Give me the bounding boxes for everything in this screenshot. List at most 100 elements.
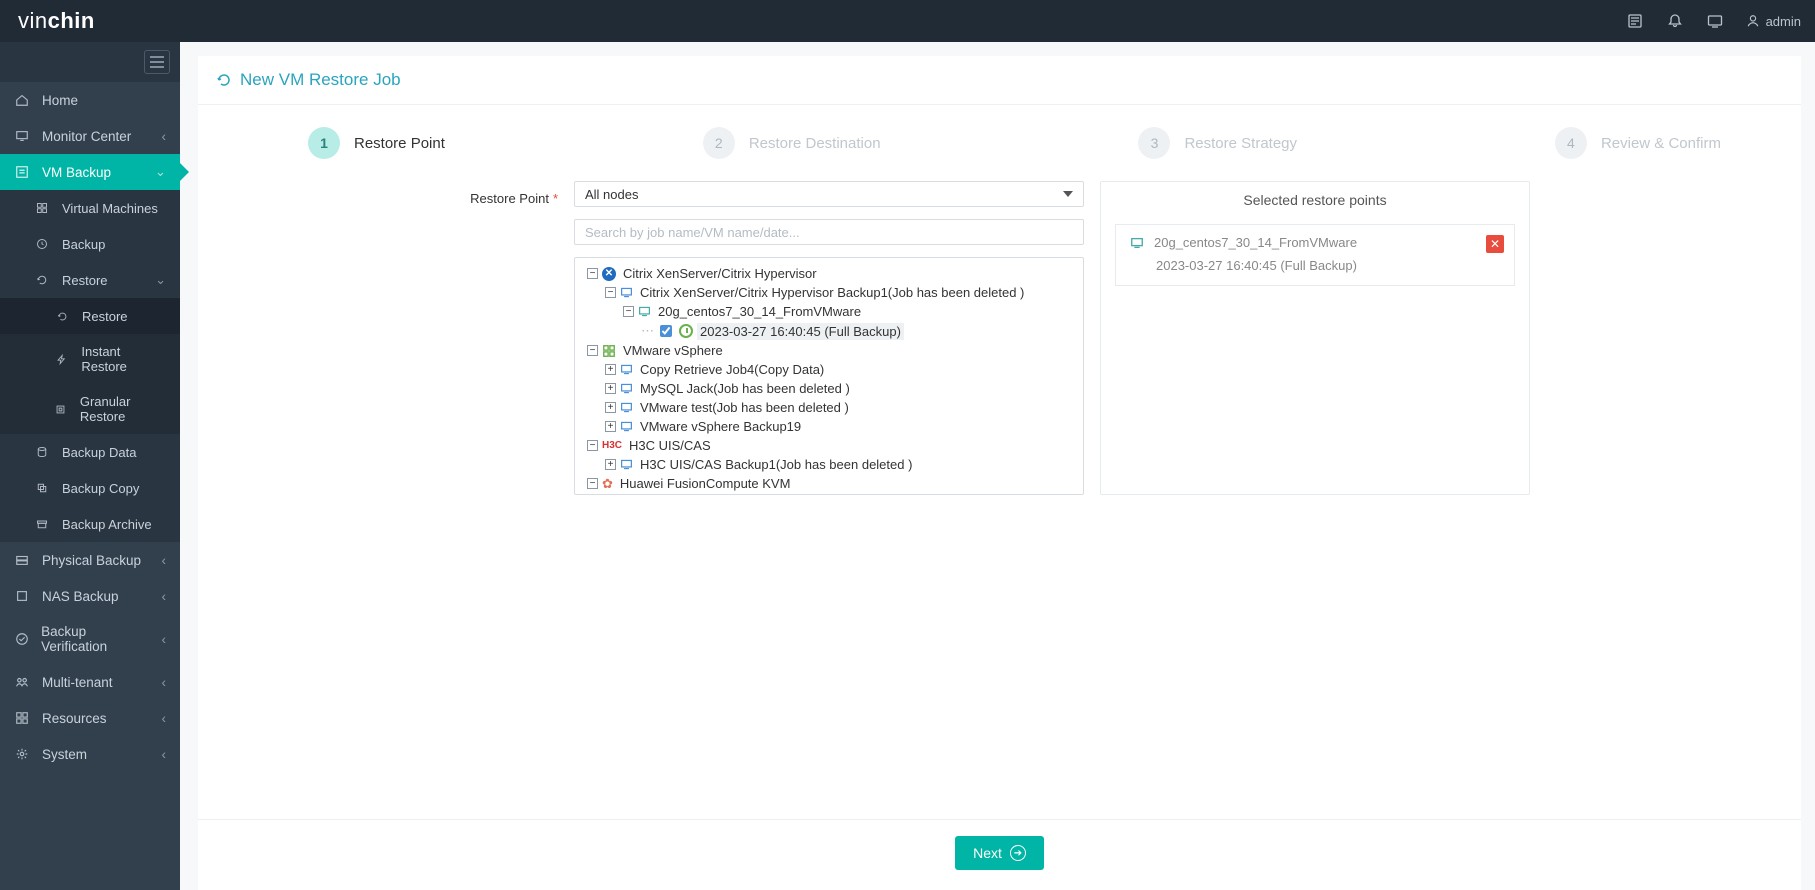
tree-node-label: 2023-03-27 16:40:45 (Full Backup) (697, 323, 904, 340)
sidebar-item-virtual-machines[interactable]: Virtual Machines (0, 190, 180, 226)
sidebar-item-monitor[interactable]: Monitor Center ‹ (0, 118, 180, 154)
user-menu[interactable]: admin (1746, 14, 1801, 29)
sidebar-item-multi-tenant[interactable]: Multi-tenant ‹ (0, 664, 180, 700)
page-header: New VM Restore Job (198, 56, 1801, 105)
sidebar-item-nas-backup[interactable]: NAS Backup ‹ (0, 578, 180, 614)
tree-node[interactable]: + MySQL Jack(Job has been deleted ) (581, 379, 1079, 398)
tree-checkbox[interactable] (660, 325, 672, 337)
tree-toggle[interactable]: + (605, 402, 616, 413)
citrix-icon: ✕ (602, 267, 616, 281)
sidebar-item-resources[interactable]: Resources ‹ (0, 700, 180, 736)
sidebar-item-home[interactable]: Home (0, 82, 180, 118)
sidebar-item-restore-sub[interactable]: Restore (0, 298, 180, 334)
tree-node-label: Citrix XenServer/Citrix Hypervisor Backu… (637, 284, 1027, 301)
sidebar-item-backup[interactable]: Backup (0, 226, 180, 262)
tree-node[interactable]: ⋯2023-03-27 16:40:45 (Full Backup) (581, 321, 1079, 341)
selected-snap-name: 2023-03-27 16:40:45 (Full Backup) (1130, 258, 1500, 273)
selected-item: 20g_centos7_30_14_FromVMware 2023-03-27 … (1115, 224, 1515, 286)
selected-vm-name: 20g_centos7_30_14_FromVMware (1154, 235, 1357, 250)
chevron-down-icon: ⌄ (155, 164, 166, 180)
monitor-icon (14, 128, 30, 144)
tree-node[interactable]: −✕Citrix XenServer/Citrix Hypervisor (581, 264, 1079, 283)
step-restore-strategy[interactable]: 3 Restore Strategy (1138, 127, 1297, 159)
screen-icon[interactable] (1706, 12, 1724, 30)
restore-icon (34, 272, 50, 288)
tree-toggle[interactable]: + (605, 383, 616, 394)
tree-node[interactable]: +Copy Retrieve Job4(Copy Data) (581, 360, 1079, 379)
sidebar-item-granular-restore[interactable]: Granular Restore (0, 384, 180, 434)
tree-toggle[interactable]: − (623, 306, 634, 317)
vm-icon (1130, 236, 1144, 250)
tree-node[interactable]: + VMware vSphere Backup19 (581, 417, 1079, 436)
next-button[interactable]: Next ➔ (955, 836, 1044, 870)
chevron-right-icon: ‹ (162, 675, 167, 690)
arrow-right-icon: ➔ (1010, 845, 1026, 861)
tree-node[interactable]: −✿Huawei FusionCompute KVM (581, 474, 1079, 493)
restore-point-tree[interactable]: −✕Citrix XenServer/Citrix Hypervisor −Ci… (574, 257, 1084, 495)
step-review-confirm[interactable]: 4 Review & Confirm (1555, 127, 1721, 159)
tree-node[interactable]: − Citrix XenServer/Citrix Hypervisor Back… (581, 283, 1079, 302)
user-name: admin (1766, 14, 1801, 29)
huawei-icon: ✿ (602, 476, 613, 492)
gear-icon (14, 746, 30, 762)
h3c-icon: H3C (602, 440, 622, 451)
job-icon (620, 286, 633, 299)
tree-toggle[interactable]: − (587, 478, 598, 489)
chevron-right-icon: ‹ (162, 711, 167, 726)
tree-node[interactable]: −20g_centos7_30_14_FromVMware (581, 302, 1079, 321)
sidebar-item-instant-restore[interactable]: Instant Restore (0, 334, 180, 384)
clock-icon (679, 324, 693, 338)
job-icon (620, 420, 633, 433)
step-restore-destination[interactable]: 2 Restore Destination (703, 127, 881, 159)
archive-icon (34, 516, 50, 532)
backup-icon (34, 236, 50, 252)
sidebar-item-backup-verification[interactable]: Backup Verification ‹ (0, 614, 180, 664)
sidebar-item-vm-backup[interactable]: VM Backup ⌄ (0, 154, 180, 190)
tree-toggle[interactable]: − (587, 440, 598, 451)
instant-icon (54, 351, 69, 367)
granular-icon (54, 401, 68, 417)
chevron-right-icon: ‹ (162, 747, 167, 762)
vm-backup-icon (14, 164, 30, 180)
sidebar-item-backup-data[interactable]: Backup Data (0, 434, 180, 470)
job-icon (620, 458, 633, 471)
restore-point-label: Restore Point* (258, 181, 558, 495)
tree-node[interactable]: − VMware vSphere (581, 341, 1079, 360)
sidebar-item-restore[interactable]: Restore ⌄ (0, 262, 180, 298)
sidebar-toggle[interactable] (144, 50, 170, 74)
verify-icon (14, 631, 29, 647)
tree-toggle[interactable]: + (605, 459, 616, 470)
tree-node-label: H3C UIS/CAS Backup1(Job has been deleted… (637, 456, 915, 473)
job-icon (620, 382, 633, 395)
vmware-icon (602, 344, 616, 358)
tree-node-label: VMware vSphere (620, 342, 726, 359)
chevron-right-icon: ‹ (162, 589, 167, 604)
tree-toggle[interactable]: − (587, 345, 598, 356)
tree-node-label: VMware vSphere Backup19 (637, 418, 804, 435)
copy-icon (34, 480, 50, 496)
search-input[interactable] (574, 219, 1084, 245)
tree-toggle[interactable]: + (605, 421, 616, 432)
remove-selected-button[interactable]: ✕ (1486, 235, 1504, 253)
tree-toggle[interactable]: + (605, 364, 616, 375)
step-restore-point[interactable]: 1 Restore Point (308, 127, 445, 159)
tree-node-label: MySQL Jack(Job has been deleted ) (637, 380, 853, 397)
tenant-icon (14, 674, 30, 690)
sidebar-item-backup-copy[interactable]: Backup Copy (0, 470, 180, 506)
sidebar: Home Monitor Center ‹ VM Backup ⌄ Virtua… (0, 42, 180, 890)
selected-panel: Selected restore points 20g_centos7_30_1… (1100, 181, 1530, 495)
tree-node[interactable]: + H3C UIS/CAS Backup1(Job has been delete… (581, 455, 1079, 474)
selected-title: Selected restore points (1101, 182, 1529, 218)
sidebar-item-physical-backup[interactable]: Physical Backup ‹ (0, 542, 180, 578)
tree-node[interactable]: + VMware test(Job has been deleted ) (581, 398, 1079, 417)
bell-icon[interactable] (1666, 12, 1684, 30)
sidebar-item-system[interactable]: System ‹ (0, 736, 180, 772)
tree-node-label: VMware test(Job has been deleted ) (637, 399, 852, 416)
tree-node[interactable]: −H3CH3C UIS/CAS (581, 436, 1079, 455)
tree-toggle[interactable]: − (605, 287, 616, 298)
tree-node[interactable]: +Huawei FusionCompute KVM Backup2(Job ha… (581, 493, 1079, 495)
sidebar-item-backup-archive[interactable]: Backup Archive (0, 506, 180, 542)
tasks-icon[interactable] (1626, 12, 1644, 30)
node-select[interactable]: All nodes (574, 181, 1084, 207)
tree-toggle[interactable]: − (587, 268, 598, 279)
